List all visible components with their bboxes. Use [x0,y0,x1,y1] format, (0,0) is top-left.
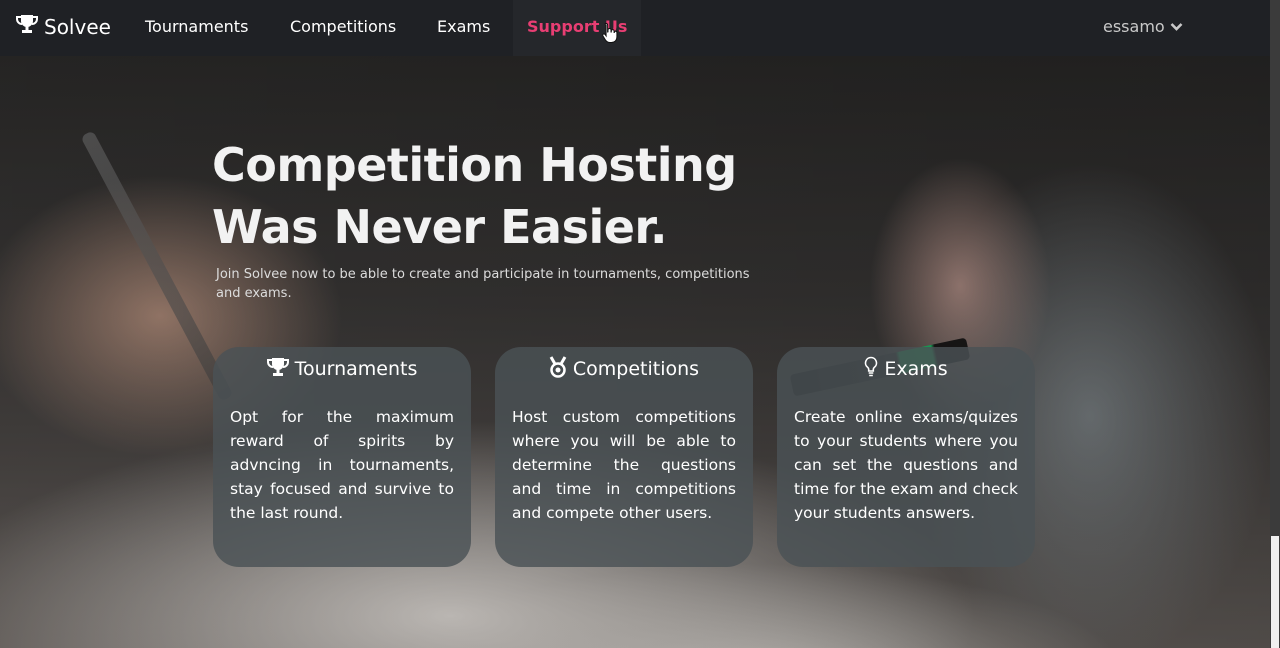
user-menu[interactable]: essamo [1103,17,1183,36]
hero-title-line2: Was Never Easier. [212,200,668,254]
trophy-icon [266,357,295,382]
card-exams: Exams Create online exams/quizes to your… [777,347,1035,567]
card-title: Tournaments [230,355,454,383]
hand-cursor-icon [602,22,618,48]
navbar: Solvee Tournaments Competitions Exams Su… [0,0,1270,56]
username: essamo [1103,17,1165,36]
page-scrollbar[interactable] [1270,0,1280,648]
card-title-text: Tournaments [294,358,418,380]
lightbulb-icon [864,356,884,383]
card-competitions: Competitions Host custom competitions wh… [495,347,753,567]
hero-title-line1: Competition Hosting [212,138,737,192]
hero-subtitle: Join Solvee now to be able to create and… [216,267,750,301]
card-description: Host custom competitions where you will … [512,408,736,522]
trophy-icon [16,14,44,39]
brand-logo[interactable]: Solvee [16,14,111,39]
card-tournaments: Tournaments Opt for the maximum reward o… [213,347,471,567]
scrollbar-thumb[interactable] [1271,536,1279,648]
card-title: Competitions [512,355,736,383]
card-title: Exams [794,355,1018,383]
brand-name: Solvee [44,14,111,39]
hero-title: Competition Hosting Was Never Easier. [212,134,772,258]
medal-icon [549,355,573,383]
nav-link-exams[interactable]: Exams [437,17,490,36]
card-title-text: Competitions [572,358,700,380]
chevron-down-icon [1165,17,1183,36]
card-title-text: Exams [884,358,948,380]
card-description: Create online exams/quizes to your stude… [794,408,1018,522]
card-description: Opt for the maximum reward of spirits by… [230,408,454,522]
nav-link-competitions[interactable]: Competitions [290,17,396,36]
nav-link-tournaments[interactable]: Tournaments [145,17,248,36]
